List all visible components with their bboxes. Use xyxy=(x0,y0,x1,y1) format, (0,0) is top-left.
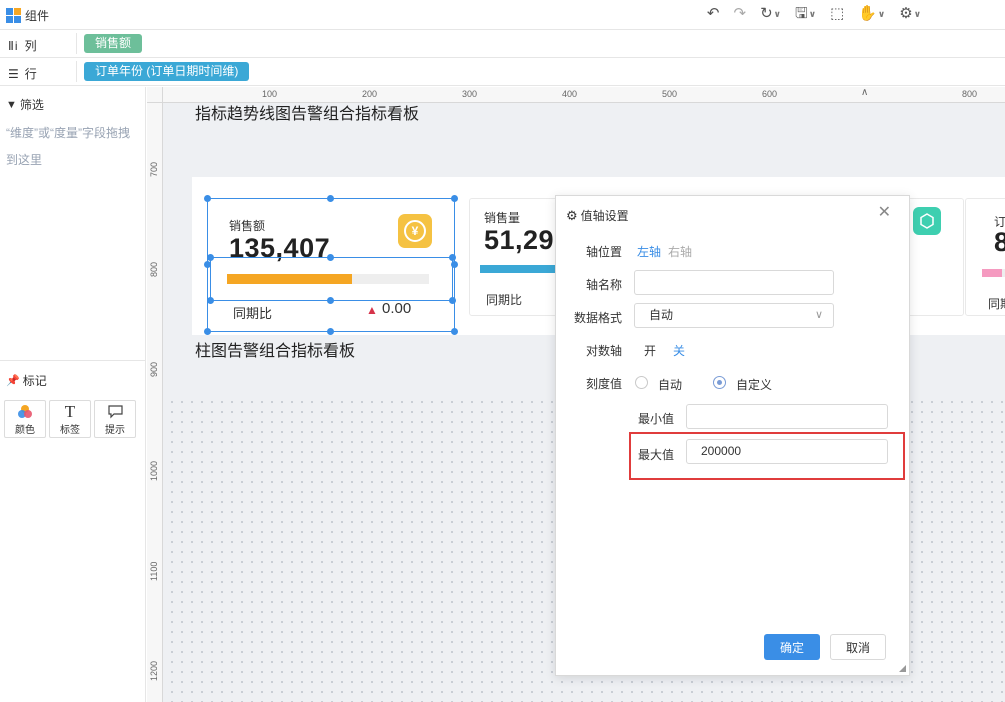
resize-handle[interactable] xyxy=(327,297,334,304)
selection-inner[interactable] xyxy=(210,257,453,301)
mark-color-button[interactable]: 颜色 xyxy=(4,400,46,438)
rows-pill-order-year[interactable]: 订单年份 (订单日期时间维) xyxy=(84,62,250,81)
highlight-box xyxy=(629,432,905,480)
axis-left-option[interactable]: 左轴 xyxy=(637,243,661,260)
progress-bar xyxy=(982,269,1005,277)
scale-auto-radio[interactable] xyxy=(635,376,648,389)
resize-handle[interactable] xyxy=(204,261,211,268)
chevron-down-icon: ∨ xyxy=(814,309,823,321)
kpi-value: 8 xyxy=(994,227,1005,257)
format-select[interactable]: 自动 ∨ xyxy=(634,303,834,328)
resize-handle[interactable] xyxy=(449,254,456,261)
mark-tooltip-button[interactable]: 提示 xyxy=(94,400,136,438)
dialog-header: ⚙ 值轴设置 xyxy=(566,207,629,224)
preview-icon[interactable]: ⬚ xyxy=(830,6,844,22)
rows-label: 行 xyxy=(24,67,37,81)
resize-handle[interactable] xyxy=(451,328,458,335)
kpi-value: 51,29 xyxy=(484,225,555,255)
columns-label: 列 xyxy=(24,39,37,53)
marks-section: 📌 标记 颜色 T 标签 提示 xyxy=(0,360,146,702)
filter-drop-zone[interactable]: “维度”或“度量”字段拖拽到这里 xyxy=(6,120,136,174)
left-ruler: 700 800 900 1000 1100 1200 xyxy=(147,87,163,702)
board-title-trend: 指标趋势线图告警组合指标看板 xyxy=(195,106,420,123)
columns-pill-sales[interactable]: 销售额 xyxy=(84,34,143,53)
mark-label-button[interactable]: T 标签 xyxy=(49,400,91,438)
compare-label: 同期 xyxy=(988,297,1005,311)
resize-handle[interactable] xyxy=(449,297,456,304)
close-icon[interactable]: ✕ xyxy=(878,205,891,221)
redo-icon[interactable]: ↷ xyxy=(733,6,746,22)
funnel-icon: ▼ xyxy=(6,98,17,111)
hand-icon[interactable]: ✋ ∨ xyxy=(858,6,885,22)
undo-icon[interactable]: ↶ xyxy=(707,6,720,22)
log-on-option[interactable]: 开 xyxy=(644,342,656,359)
refresh-icon[interactable]: ↻ ∨ xyxy=(760,6,781,22)
resize-handle[interactable] xyxy=(327,328,334,335)
rows-icon: ☰ xyxy=(8,66,19,81)
confirm-button[interactable]: 确定 xyxy=(764,634,820,660)
gear-icon: ⚙ xyxy=(566,207,578,223)
resize-handle[interactable] xyxy=(451,195,458,202)
text-icon: T xyxy=(64,401,76,421)
ruler-corner xyxy=(147,87,163,103)
marks-header: 📌 标记 xyxy=(6,374,47,388)
columns-icon: Ⅱi xyxy=(8,38,19,53)
components-title: 组件 xyxy=(6,7,49,24)
top-toolbar: 组件 ↶ ↷ ↻ ∨ 🖫 ∨ ⬚ ✋ ∨ ⚙ ∨ xyxy=(0,0,1005,30)
axis-name-input[interactable] xyxy=(634,270,834,295)
format-label: 数据格式 xyxy=(574,311,623,325)
board-title-bar: 柱图告警组合指标看板 xyxy=(195,343,356,360)
resize-handle[interactable] xyxy=(327,254,334,261)
resize-grip-icon[interactable] xyxy=(899,665,906,672)
kpi-card-next[interactable]: 订 8 同期 xyxy=(965,198,1005,316)
log-axis-label: 对数轴 xyxy=(586,344,623,358)
ruler-collapse-icon[interactable]: ∧ xyxy=(861,87,868,98)
log-off-option[interactable]: 关 xyxy=(673,342,685,359)
save-icon[interactable]: 🖫 ∨ xyxy=(795,6,816,22)
resize-handle[interactable] xyxy=(207,254,214,261)
columns-shelf: Ⅱi 列 销售额 xyxy=(0,30,1005,58)
cube-icon xyxy=(913,207,941,235)
rows-shelf: ☰ 行 订单年份 (订单日期时间维) xyxy=(0,58,1005,86)
toolbar-actions: ↶ ↷ ↻ ∨ 🖫 ∨ ⬚ ✋ ∨ ⚙ ∨ xyxy=(707,6,921,22)
components-icon xyxy=(6,8,21,23)
resize-handle[interactable] xyxy=(327,195,334,202)
axis-right-option[interactable]: 右轴 xyxy=(668,243,692,260)
scale-auto-label[interactable]: 自动 xyxy=(658,376,682,393)
resize-handle[interactable] xyxy=(204,328,211,335)
scale-label: 刻度值 xyxy=(586,377,623,391)
resize-handle[interactable] xyxy=(207,297,214,304)
resize-handle[interactable] xyxy=(204,195,211,202)
min-value-label: 最小值 xyxy=(638,412,675,426)
color-icon xyxy=(17,403,33,421)
compare-label: 同期比 xyxy=(486,293,523,307)
filter-header: ▼ 筛选 xyxy=(6,98,44,112)
resize-handle[interactable] xyxy=(451,261,458,268)
axis-name-label: 轴名称 xyxy=(586,278,623,292)
tooltip-icon xyxy=(107,403,123,421)
dialog-title: 值轴设置 xyxy=(580,209,629,223)
pin-icon: 📌 xyxy=(6,375,20,387)
axis-position-label: 轴位置 xyxy=(586,245,623,259)
scale-custom-label[interactable]: 自定义 xyxy=(736,376,772,393)
min-value-input[interactable] xyxy=(686,404,888,429)
left-panel: ▼ 筛选 “维度”或“度量”字段拖拽到这里 📌 标记 颜色 T 标签 提示 xyxy=(0,87,146,702)
scale-custom-radio[interactable] xyxy=(713,376,726,389)
cancel-button[interactable]: 取消 xyxy=(830,634,886,660)
settings-icon[interactable]: ⚙ ∨ xyxy=(899,6,921,22)
